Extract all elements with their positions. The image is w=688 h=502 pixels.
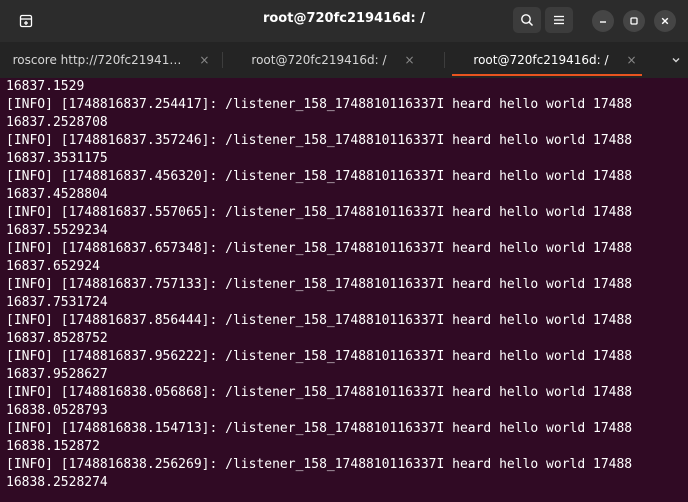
terminal-line: [INFO] [1748816838.256269]: /listener_15… <box>6 457 633 472</box>
tab-root-shell-1[interactable]: root@720fc219416d: / × <box>222 42 444 78</box>
terminal-line: 16838.2528274 <box>6 475 108 490</box>
terminal-line: 16837.9528627 <box>6 367 108 382</box>
close-button[interactable] <box>654 10 676 32</box>
terminal-line: 16837.8528752 <box>6 331 108 346</box>
terminal-line: 16837.1529 <box>6 79 85 94</box>
window-title: root@720fc219416d: / <box>262 11 426 26</box>
terminal-line: 16837.652924 <box>6 259 100 274</box>
terminal-line: [INFO] [1748816837.557065]: /listener_15… <box>6 205 633 220</box>
tab-root-shell-2-active[interactable]: root@720fc219416d: / × <box>444 42 666 78</box>
terminal-line: 16837.3531175 <box>6 151 108 166</box>
chevron-down-icon <box>672 58 680 63</box>
maximize-icon <box>630 17 638 25</box>
terminal-line: 16838.0528793 <box>6 403 108 418</box>
terminal-window: root@720fc219416d: / roscore http://720f… <box>0 0 688 502</box>
close-icon <box>661 17 669 25</box>
terminal-line: [INFO] [1748816837.254417]: /listener_15… <box>6 97 633 112</box>
terminal-line: 16837.4528804 <box>6 187 108 202</box>
terminal-line: [INFO] [1748816837.956222]: /listener_15… <box>6 349 633 364</box>
terminal-line: 16837.7531724 <box>6 295 108 310</box>
search-button[interactable] <box>513 7 541 33</box>
terminal-line: 16837.2528708 <box>6 115 108 130</box>
maximize-button[interactable] <box>623 10 645 32</box>
title-bar: root@720fc219416d: / <box>0 0 688 42</box>
terminal-line: [INFO] [1748816837.657348]: /listener_15… <box>6 241 633 256</box>
terminal-line: [INFO] [1748816837.357246]: /listener_15… <box>6 133 633 148</box>
tab-close-icon[interactable]: × <box>405 53 415 67</box>
terminal-line: 16837.5529234 <box>6 223 108 238</box>
tab-label: roscore http://720fc21941… <box>12 53 182 67</box>
terminal-line: 16838.152872 <box>6 439 100 454</box>
minimize-button[interactable] <box>592 10 614 32</box>
hamburger-menu-icon <box>554 15 564 25</box>
terminal-line: [INFO] [1748816837.456320]: /listener_15… <box>6 169 633 184</box>
terminal-line: [INFO] [1748816837.856444]: /listener_15… <box>6 313 633 328</box>
terminal-line: [INFO] [1748816838.154713]: /listener_15… <box>6 421 633 436</box>
search-icon <box>521 14 534 27</box>
tab-roscore[interactable]: roscore http://720fc21941… × <box>0 42 222 78</box>
minimize-icon <box>600 21 606 23</box>
active-tab-indicator <box>452 74 642 76</box>
terminal-output[interactable]: 16837.1529 [INFO] [1748816837.254417]: /… <box>0 78 688 502</box>
tab-list-dropdown[interactable] <box>664 42 688 78</box>
terminal-line: [INFO] [1748816838.056868]: /listener_15… <box>6 385 633 400</box>
tab-close-icon[interactable]: × <box>199 53 209 67</box>
terminal-line: [INFO] [1748816837.757133]: /listener_15… <box>6 277 633 292</box>
tab-close-icon[interactable]: × <box>627 53 637 67</box>
tab-bar: roscore http://720fc21941… × root@720fc2… <box>0 42 688 78</box>
tab-label: root@720fc219416d: / <box>473 53 609 67</box>
tab-label: root@720fc219416d: / <box>251 53 387 67</box>
menu-button[interactable] <box>545 7 573 33</box>
